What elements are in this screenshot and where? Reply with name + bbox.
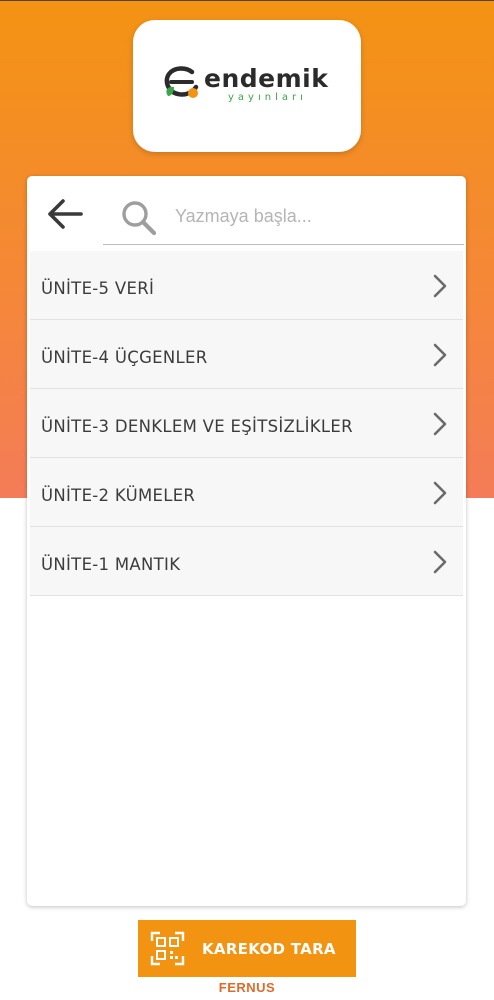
endemik-logo: endemik yayınları <box>162 64 332 108</box>
list-item-label: ÜNİTE-3 DENKLEM VE EŞİTSİZLİKLER <box>41 417 353 436</box>
list-item-label: ÜNİTE-1 MANTIK <box>41 555 181 574</box>
brand-footer: FERNUS <box>218 980 276 995</box>
list-item-unit-2[interactable]: ÜNİTE-2 KÜMELER <box>30 458 463 527</box>
scan-qr-label: KAREKOD TARA <box>202 940 336 958</box>
qr-scan-icon <box>150 931 185 966</box>
list-item-label: ÜNİTE-5 VERİ <box>41 279 155 298</box>
chevron-right-icon <box>433 412 447 436</box>
list-item-unit-3[interactable]: ÜNİTE-3 DENKLEM VE EŞİTSİZLİKLER <box>30 389 463 458</box>
chevron-right-icon <box>433 274 447 298</box>
search-bar <box>103 186 464 245</box>
app-screen: endemik yayınları ÜNİTE-5 VERİ <box>0 0 494 1000</box>
endemik-logo-icon <box>164 66 199 98</box>
unit-list: ÜNİTE-5 VERİ ÜNİTE-4 ÜÇGENLER ÜNİTE-3 DE… <box>30 251 463 596</box>
list-item-unit-5[interactable]: ÜNİTE-5 VERİ <box>30 251 463 320</box>
chevron-right-icon <box>433 343 447 367</box>
logo-wordmark: endemik <box>204 64 329 93</box>
chevron-right-icon <box>433 481 447 505</box>
scan-qr-button[interactable]: KAREKOD TARA <box>138 920 356 977</box>
back-button[interactable] <box>41 190 89 238</box>
list-item-label: ÜNİTE-4 ÜÇGENLER <box>41 348 208 367</box>
list-item-unit-1[interactable]: ÜNİTE-1 MANTIK <box>30 527 463 596</box>
status-edge <box>0 0 494 1</box>
unit-list-panel: ÜNİTE-5 VERİ ÜNİTE-4 ÜÇGENLER ÜNİTE-3 DE… <box>27 176 466 906</box>
list-item-label: ÜNİTE-2 KÜMELER <box>41 486 196 505</box>
logo-subtitle: yayınları <box>228 92 307 103</box>
search-icon <box>122 201 157 236</box>
search-input[interactable] <box>173 198 457 234</box>
list-item-unit-4[interactable]: ÜNİTE-4 ÜÇGENLER <box>30 320 463 389</box>
chevron-right-icon <box>433 550 447 574</box>
logo-card: endemik yayınları <box>133 20 361 152</box>
arrow-left-icon <box>48 199 83 229</box>
